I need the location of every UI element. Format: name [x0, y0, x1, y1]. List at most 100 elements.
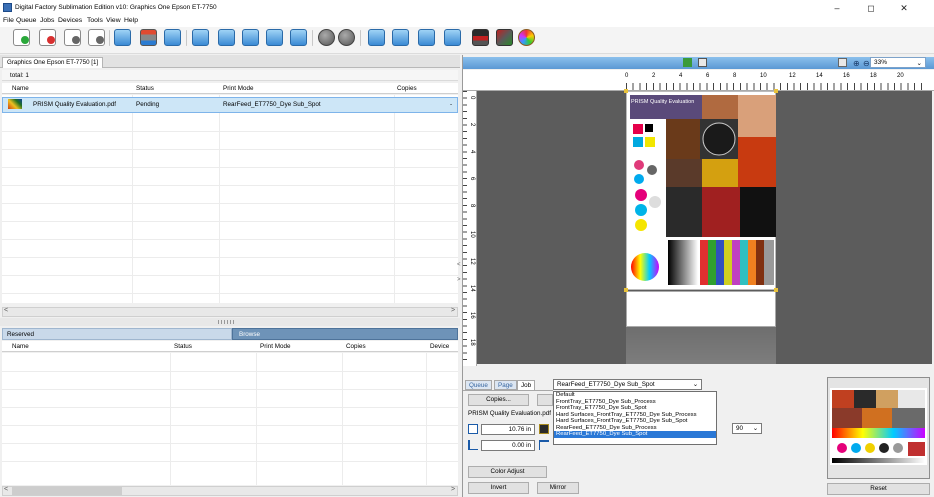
move-up-icon[interactable]	[192, 29, 209, 46]
zoom-in-icon[interactable]: ⊕	[853, 59, 860, 68]
minimize-button[interactable]: –	[823, 2, 851, 14]
ruler-label: 12	[469, 258, 475, 265]
thumbnail-chart	[830, 388, 927, 465]
resize-handle[interactable]	[624, 288, 628, 292]
tab-job[interactable]: Job	[517, 380, 536, 390]
add-doc-icon[interactable]	[13, 29, 30, 46]
print-mode-select[interactable]: RearFeed_ET7750_Dye Sub_Spot ⌄	[553, 379, 702, 390]
zoom-out-icon[interactable]: ⊖	[863, 59, 870, 68]
total-count: total: 1	[2, 70, 458, 81]
collapse-left-icon[interactable]: <	[457, 262, 461, 268]
resize-handle[interactable]	[624, 89, 628, 93]
col-copies[interactable]: Copies	[397, 85, 417, 92]
position-icon[interactable]	[539, 440, 549, 450]
col-status[interactable]: Status	[174, 343, 192, 350]
col-print-mode[interactable]: Print Mode	[223, 85, 253, 92]
ruler-label: 4	[679, 73, 683, 79]
reserved-list[interactable]	[2, 353, 458, 485]
grid-toggle-icon[interactable]	[838, 58, 847, 67]
queue-hscrollbar[interactable]	[2, 307, 458, 317]
thumbnail-image[interactable]	[830, 388, 927, 465]
move-right-icon[interactable]	[242, 29, 259, 46]
device-printer-icon[interactable]	[472, 29, 489, 46]
print-mode-dropdown[interactable]: Default FrontTray_ET7750_Dye Sub_Process…	[553, 391, 717, 445]
scroll-left-icon[interactable]: <	[4, 307, 8, 314]
menu-devices[interactable]: Devices	[58, 17, 82, 24]
move-in-icon[interactable]	[266, 29, 283, 46]
resize-handle[interactable]	[774, 89, 778, 93]
scroll-right-icon[interactable]: >	[451, 307, 455, 314]
width-field[interactable]: 10.76 in	[481, 424, 535, 435]
color-palette-icon[interactable]	[518, 29, 535, 46]
ruler-label: 14	[469, 285, 475, 292]
grid-line	[2, 131, 458, 132]
queue-settings-icon[interactable]	[418, 29, 435, 46]
remove-doc-icon[interactable]	[39, 29, 56, 46]
tab-graphics-one[interactable]: Graphics One Epson ET-7750 [1]	[2, 57, 104, 68]
pause-icon[interactable]	[318, 29, 335, 46]
menu-jobs[interactable]: Jobs	[40, 17, 54, 24]
col-name[interactable]: Name	[12, 343, 29, 350]
color-adjust-button[interactable]: Color Adjust	[468, 466, 547, 478]
zoom-select[interactable]: 33% ⌄	[870, 57, 926, 68]
scroll-thumb[interactable]	[12, 487, 122, 495]
maximize-button[interactable]: ◻	[857, 2, 885, 14]
menu-queue[interactable]: Queue	[16, 17, 36, 24]
hold-icon[interactable]	[368, 29, 385, 46]
fit-page-icon[interactable]	[683, 58, 692, 67]
splitter-grip-icon[interactable]	[218, 320, 236, 324]
page-preview[interactable]	[626, 91, 776, 290]
close-button[interactable]: ✕	[890, 2, 918, 14]
job-status: Pending	[136, 101, 160, 108]
monitor-icon[interactable]	[164, 29, 181, 46]
col-name[interactable]: Name	[12, 85, 29, 92]
release-icon[interactable]	[392, 29, 409, 46]
zoom-value: 33%	[874, 59, 888, 66]
menu-file[interactable]: File	[3, 17, 14, 24]
queue-print-icon[interactable]	[114, 29, 131, 46]
lock-icon[interactable]	[539, 424, 549, 434]
menu-tools[interactable]: Tools	[87, 17, 103, 24]
col-copies[interactable]: Copies	[346, 343, 366, 350]
printer-icon[interactable]	[140, 29, 157, 46]
ruler-label: 2	[469, 123, 475, 127]
move-left-icon[interactable]	[218, 29, 235, 46]
device-calibrate-icon[interactable]	[496, 29, 513, 46]
reset-button[interactable]: Reset	[827, 483, 930, 495]
col-print-mode[interactable]: Print Mode	[260, 343, 290, 350]
expand-right-icon[interactable]: >	[457, 277, 461, 283]
select-tool-icon[interactable]	[698, 58, 707, 67]
tab-queue[interactable]: Queue	[465, 380, 492, 390]
menu-view[interactable]: View	[106, 17, 121, 24]
app-icon	[3, 3, 12, 12]
scroll-left-icon[interactable]: <	[4, 486, 8, 493]
queue-list[interactable]	[2, 95, 458, 303]
ruler-label: 6	[469, 177, 475, 181]
invert-button[interactable]: Invert	[468, 482, 529, 494]
doc-down-icon[interactable]	[88, 29, 105, 46]
ruler-label: 18	[469, 339, 475, 346]
tab-page[interactable]: Page	[494, 380, 517, 390]
doc-up-icon[interactable]	[64, 29, 81, 46]
resize-handle[interactable]	[774, 288, 778, 292]
ruler-label: 12	[789, 73, 796, 79]
scroll-right-icon[interactable]: >	[451, 486, 455, 493]
menu-help[interactable]: Help	[124, 17, 138, 24]
mirror-button[interactable]: Mirror	[537, 482, 579, 494]
offset-field[interactable]: 0.00 in	[481, 440, 535, 451]
move-top-icon[interactable]	[290, 29, 307, 46]
copies-button[interactable]: Copies...	[468, 394, 529, 406]
tab-reserved[interactable]: Reserved	[2, 328, 232, 340]
tab-browse[interactable]: Browse	[232, 328, 458, 340]
toolbar-separator	[109, 30, 110, 46]
col-status[interactable]: Status	[136, 85, 154, 92]
print-mode-option-selected[interactable]: RearFeed_ET7750_Dye Sub_Spot	[554, 431, 716, 438]
rotation-select[interactable]: 90 ⌄	[732, 423, 762, 434]
copies-extra-button[interactable]	[537, 394, 553, 406]
queue-options-icon[interactable]	[444, 29, 461, 46]
width-icon	[468, 424, 478, 434]
cancel-icon[interactable]	[338, 29, 355, 46]
col-device[interactable]: Device	[430, 343, 449, 350]
grid-line	[342, 353, 343, 485]
offset-icon	[468, 440, 478, 450]
